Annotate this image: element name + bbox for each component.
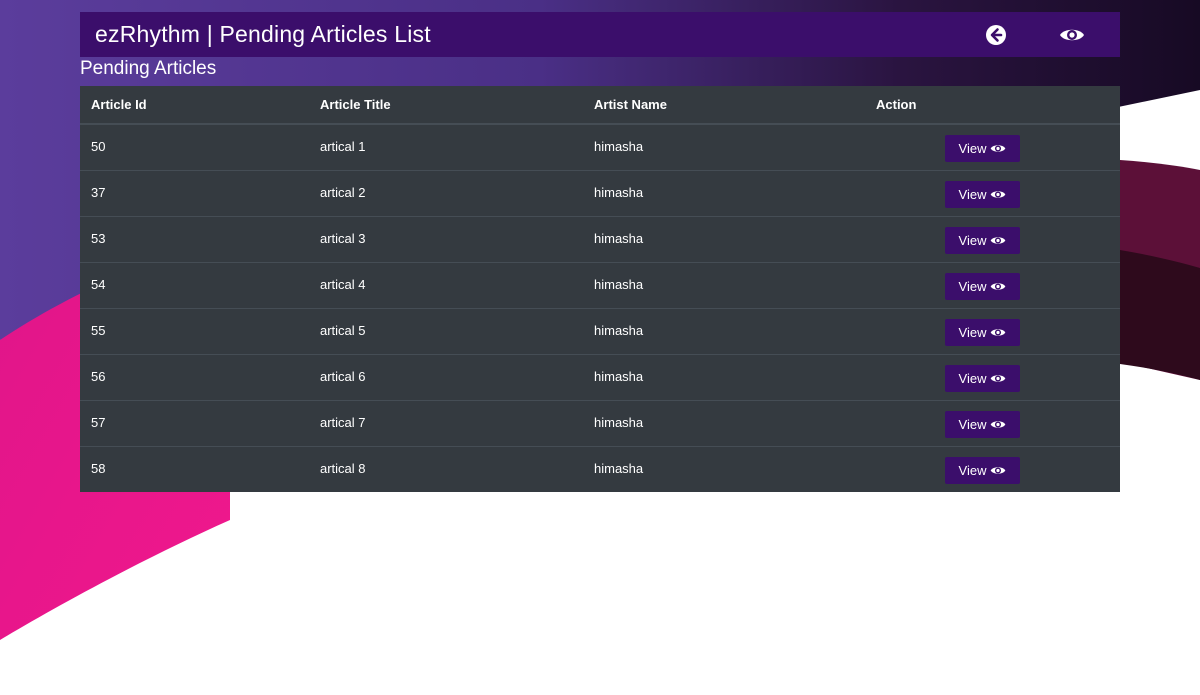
article-title-cell: artical 2 bbox=[309, 169, 583, 216]
table-row: 53 artical 3 himasha View bbox=[80, 215, 1120, 262]
pending-articles-table: Article Id Article Title Artist Name Act… bbox=[80, 86, 1120, 492]
article-title-cell: artical 7 bbox=[309, 399, 583, 446]
artist-name-cell: himasha bbox=[583, 307, 865, 354]
article-id-cell: 55 bbox=[80, 307, 309, 354]
view-button-label: View bbox=[958, 416, 987, 432]
eye-icon bbox=[991, 145, 1006, 152]
article-title-cell: artical 3 bbox=[309, 215, 583, 262]
view-button[interactable]: View bbox=[945, 318, 1020, 346]
artist-name-cell: himasha bbox=[583, 261, 865, 308]
table-row: 50 artical 1 himasha View bbox=[80, 124, 1120, 170]
table-row: 37 artical 2 himasha View bbox=[80, 169, 1120, 216]
column-header-article-id: Article Id bbox=[80, 86, 309, 125]
app-title: ezRhythm | Pending Articles List bbox=[95, 21, 431, 47]
eye-icon bbox=[991, 374, 1006, 382]
article-id-cell: 57 bbox=[80, 399, 309, 446]
artist-name-cell: himasha bbox=[583, 169, 865, 216]
eye-icon[interactable] bbox=[1058, 23, 1086, 47]
arrow-left-circle-icon[interactable] bbox=[984, 23, 1008, 47]
artist-name-cell: himasha bbox=[583, 445, 865, 492]
view-button-label: View bbox=[958, 324, 987, 340]
view-button-label: View bbox=[958, 462, 987, 478]
article-id-cell: 58 bbox=[80, 445, 309, 492]
eye-icon bbox=[991, 190, 1006, 198]
view-button-label: View bbox=[958, 370, 987, 386]
action-cell: View bbox=[865, 445, 1120, 492]
eye-icon bbox=[991, 328, 1006, 336]
table-row: 57 artical 7 himasha View bbox=[80, 399, 1120, 446]
action-cell: View bbox=[865, 124, 1120, 170]
app-header: ezRhythm | Pending Articles List bbox=[80, 12, 1120, 57]
table-row: 56 artical 6 himasha View bbox=[80, 353, 1120, 400]
article-title-cell: artical 5 bbox=[309, 307, 583, 354]
artist-name-cell: himasha bbox=[583, 399, 865, 446]
column-header-artist-name: Artist Name bbox=[583, 86, 865, 125]
eye-icon bbox=[991, 466, 1006, 474]
action-cell: View bbox=[865, 399, 1120, 446]
eye-icon bbox=[991, 282, 1006, 290]
article-title-cell: artical 8 bbox=[309, 445, 583, 492]
action-cell: View bbox=[865, 215, 1120, 262]
action-cell: View bbox=[865, 261, 1120, 308]
table-row: 54 artical 4 himasha View bbox=[80, 261, 1120, 308]
view-button-label: View bbox=[958, 278, 987, 294]
article-id-cell: 54 bbox=[80, 261, 309, 308]
article-id-cell: 56 bbox=[80, 353, 309, 400]
article-title-cell: artical 4 bbox=[309, 261, 583, 308]
article-id-cell: 37 bbox=[80, 169, 309, 216]
column-header-action: Action bbox=[865, 86, 1120, 125]
article-title-cell: artical 1 bbox=[320, 139, 366, 154]
section-title: Pending Articles bbox=[80, 58, 217, 79]
view-button-label: View bbox=[958, 232, 987, 248]
table-header-row: Article Id Article Title Artist Name Act… bbox=[80, 86, 1120, 125]
eye-icon bbox=[991, 420, 1006, 428]
view-button-label: View bbox=[958, 141, 987, 156]
view-button[interactable]: View bbox=[945, 456, 1020, 484]
view-button-label: View bbox=[958, 186, 987, 202]
table-row: 58 artical 8 himasha View bbox=[80, 445, 1120, 492]
artist-name-cell: himasha bbox=[583, 353, 865, 400]
table-row: 55 artical 5 himasha View bbox=[80, 307, 1120, 354]
view-button[interactable]: View bbox=[945, 272, 1020, 300]
action-cell: View bbox=[865, 353, 1120, 400]
article-id-cell: 53 bbox=[80, 215, 309, 262]
eye-icon bbox=[991, 236, 1006, 244]
view-button[interactable]: View bbox=[945, 180, 1020, 208]
action-cell: View bbox=[865, 169, 1120, 216]
artist-name-cell: himasha bbox=[594, 139, 644, 154]
action-cell: View bbox=[865, 307, 1120, 354]
article-title-cell: artical 6 bbox=[309, 353, 583, 400]
artist-name-cell: himasha bbox=[583, 215, 865, 262]
view-button[interactable]: View bbox=[945, 226, 1020, 254]
column-header-article-title: Article Title bbox=[309, 86, 583, 125]
view-button[interactable]: View bbox=[945, 135, 1020, 162]
article-id-cell: 50 bbox=[91, 139, 106, 154]
view-button[interactable]: View bbox=[945, 364, 1020, 392]
view-button[interactable]: View bbox=[945, 410, 1020, 438]
